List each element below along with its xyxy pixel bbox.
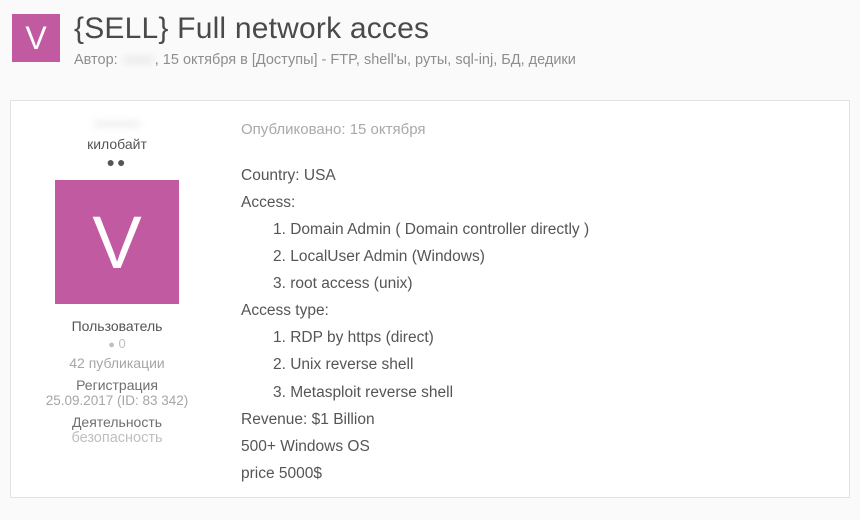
body-access-item: 1. Domain Admin ( Domain controller dire… [241,216,831,243]
registration-label: Регистрация [21,377,213,393]
author-avatar[interactable]: V [55,180,179,304]
body-access-label: Access: [241,189,831,216]
body-country: Country: USA [241,162,831,189]
thread-byline: Автор: ——, 15 октября в [Доступы] - FTP,… [74,50,848,70]
author-name[interactable]: —— [122,50,155,70]
body-price: price 5000$ [241,460,831,487]
forum-link-rest[interactable]: - FTP, shell'ы, руты, sql-inj, БД, дедик… [318,52,576,68]
author-role: Пользователь [21,318,213,334]
author-label: Автор: [74,52,118,68]
body-access-type-label: Access type: [241,297,831,324]
body-os: 500+ Windows OS [241,433,831,460]
posted-label: Опубликовано: [241,121,350,138]
author-username[interactable]: ——— [95,115,140,132]
body-access-item: 2. LocalUser Admin (Windows) [241,243,831,270]
posted-line: Опубликовано: 15 октября [241,117,831,143]
activity-value: безопасность [21,430,213,446]
author-sidebar: ——— килобайт ●● V Пользователь ● 0 42 пу… [11,101,223,497]
author-rank: килобайт [21,136,213,152]
registration-value: 25.09.2017 (ID: 83 342) [21,393,213,408]
byline-sep: , [155,52,163,68]
thread-avatar: V [12,14,60,62]
body-revenue: Revenue: $1 Billion [241,406,831,433]
author-reputation: ● 0 [21,336,213,351]
body-access-type-item: 1. RDP by https (direct) [241,324,831,351]
body-access-type-item: 3. Metasploit reverse shell [241,379,831,406]
rank-pips: ●● [21,154,213,170]
author-post-count: 42 публикации [21,355,213,371]
post-date-link[interactable]: 15 октября [163,52,236,68]
forum-link[interactable]: [Доступы] [252,52,318,68]
thread-header: V {SELL} Full network acces Автор: ——, 1… [0,0,860,84]
byline-in: в [236,52,252,68]
thread-title: {SELL} Full network acces [74,12,848,46]
rep-dot-icon: ● [108,339,115,351]
posted-date[interactable]: 15 октября [350,121,426,138]
post-container: ——— килобайт ●● V Пользователь ● 0 42 пу… [10,100,850,498]
body-access-type-item: 2. Unix reverse shell [241,351,831,378]
title-block: {SELL} Full network acces Автор: ——, 15 … [74,12,848,70]
activity-label: Деятельность [21,414,213,430]
body-access-item: 3. root access (unix) [241,270,831,297]
rep-value: 0 [115,336,126,351]
post-content: Опубликовано: 15 октября Country: USA Ac… [223,101,849,497]
